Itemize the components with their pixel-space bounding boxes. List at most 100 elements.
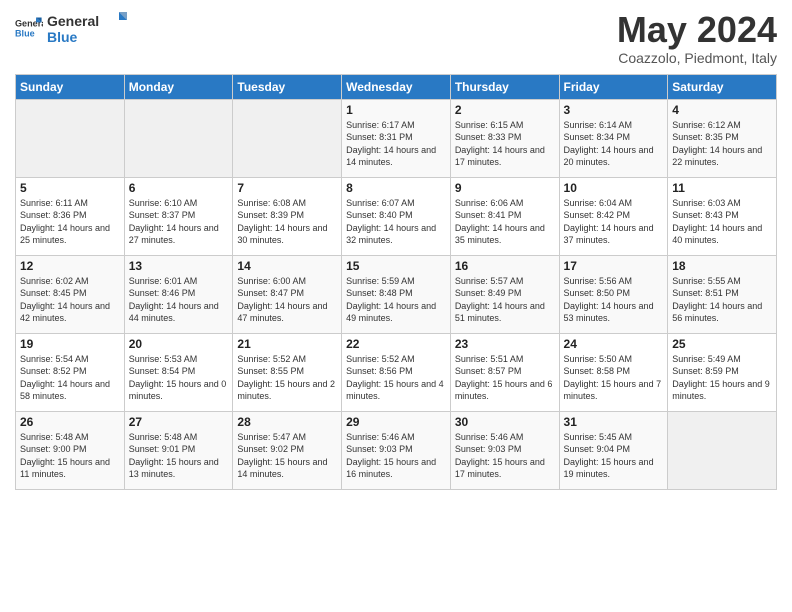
day-number: 13 bbox=[129, 259, 229, 273]
day-number: 26 bbox=[20, 415, 120, 429]
day-number: 15 bbox=[346, 259, 446, 273]
day-cell: 9Sunrise: 6:06 AM Sunset: 8:41 PM Daylig… bbox=[450, 177, 559, 255]
day-info: Sunrise: 5:52 AM Sunset: 8:56 PM Dayligh… bbox=[346, 353, 446, 403]
header-monday: Monday bbox=[124, 74, 233, 99]
day-info: Sunrise: 5:48 AM Sunset: 9:00 PM Dayligh… bbox=[20, 431, 120, 481]
day-info: Sunrise: 5:52 AM Sunset: 8:55 PM Dayligh… bbox=[237, 353, 337, 403]
day-cell: 1 Sunrise: 6:17 AM Sunset: 8:31 PM Daylig… bbox=[342, 99, 451, 177]
day-cell: 19 Sunrise: 5:54 AM Sunset: 8:52 PM Dayli… bbox=[16, 333, 125, 411]
day-number: 4 bbox=[672, 103, 772, 117]
day-number: 22 bbox=[346, 337, 446, 351]
day-cell: 11Sunrise: 6:03 AM Sunset: 8:43 PM Dayli… bbox=[668, 177, 777, 255]
day-number: 11 bbox=[672, 181, 772, 195]
week-row-5: 26 Sunrise: 5:48 AM Sunset: 9:00 PM Dayli… bbox=[16, 411, 777, 489]
svg-text:General: General bbox=[47, 13, 99, 29]
day-number: 20 bbox=[129, 337, 229, 351]
day-number: 10 bbox=[564, 181, 664, 195]
day-cell: 28 Sunrise: 5:47 AM Sunset: 9:02 PM Dayli… bbox=[233, 411, 342, 489]
day-number: 18 bbox=[672, 259, 772, 273]
day-cell bbox=[233, 99, 342, 177]
header-wednesday: Wednesday bbox=[342, 74, 451, 99]
day-number: 2 bbox=[455, 103, 555, 117]
day-cell: 8Sunrise: 6:07 AM Sunset: 8:40 PM Daylig… bbox=[342, 177, 451, 255]
day-number: 1 bbox=[346, 103, 446, 117]
day-info: Sunrise: 6:12 AM Sunset: 8:35 PM Dayligh… bbox=[672, 119, 772, 169]
calendar-table: Sunday Monday Tuesday Wednesday Thursday… bbox=[15, 74, 777, 490]
location-subtitle: Coazzolo, Piedmont, Italy bbox=[617, 50, 777, 66]
header-row: Sunday Monday Tuesday Wednesday Thursday… bbox=[16, 74, 777, 99]
day-number: 19 bbox=[20, 337, 120, 351]
week-row-3: 12 Sunrise: 6:02 AM Sunset: 8:45 PM Dayli… bbox=[16, 255, 777, 333]
logo-icon: General Blue bbox=[15, 14, 43, 42]
day-cell: 15 Sunrise: 5:59 AM Sunset: 8:48 PM Dayli… bbox=[342, 255, 451, 333]
day-number: 29 bbox=[346, 415, 446, 429]
day-cell: 25Sunrise: 5:49 AM Sunset: 8:59 PM Dayli… bbox=[668, 333, 777, 411]
day-info: Sunrise: 5:46 AM Sunset: 9:03 PM Dayligh… bbox=[455, 431, 555, 481]
day-info: Sunrise: 5:48 AM Sunset: 9:01 PM Dayligh… bbox=[129, 431, 229, 481]
day-info: Sunrise: 6:08 AM Sunset: 8:39 PM Dayligh… bbox=[237, 197, 337, 247]
day-cell: 2 Sunrise: 6:15 AM Sunset: 8:33 PM Daylig… bbox=[450, 99, 559, 177]
day-info: Sunrise: 5:51 AM Sunset: 8:57 PM Dayligh… bbox=[455, 353, 555, 403]
header-thursday: Thursday bbox=[450, 74, 559, 99]
day-info: Sunrise: 5:55 AM Sunset: 8:51 PM Dayligh… bbox=[672, 275, 772, 325]
day-number: 12 bbox=[20, 259, 120, 273]
day-number: 6 bbox=[129, 181, 229, 195]
day-number: 21 bbox=[237, 337, 337, 351]
day-cell: 21 Sunrise: 5:52 AM Sunset: 8:55 PM Dayli… bbox=[233, 333, 342, 411]
page-header: General Blue General Blue General Blue M… bbox=[15, 10, 777, 66]
day-info: Sunrise: 6:11 AM Sunset: 8:36 PM Dayligh… bbox=[20, 197, 120, 247]
day-info: Sunrise: 5:57 AM Sunset: 8:49 PM Dayligh… bbox=[455, 275, 555, 325]
day-info: Sunrise: 5:45 AM Sunset: 9:04 PM Dayligh… bbox=[564, 431, 664, 481]
day-cell bbox=[16, 99, 125, 177]
day-cell: 10 Sunrise: 6:04 AM Sunset: 8:42 PM Dayli… bbox=[559, 177, 668, 255]
day-cell: 13 Sunrise: 6:01 AM Sunset: 8:46 PM Dayli… bbox=[124, 255, 233, 333]
day-info: Sunrise: 5:56 AM Sunset: 8:50 PM Dayligh… bbox=[564, 275, 664, 325]
day-cell: 22 Sunrise: 5:52 AM Sunset: 8:56 PM Dayli… bbox=[342, 333, 451, 411]
day-info: Sunrise: 5:50 AM Sunset: 8:58 PM Dayligh… bbox=[564, 353, 664, 403]
day-cell: 30 Sunrise: 5:46 AM Sunset: 9:03 PM Dayli… bbox=[450, 411, 559, 489]
day-number: 14 bbox=[237, 259, 337, 273]
day-info: Sunrise: 6:00 AM Sunset: 8:47 PM Dayligh… bbox=[237, 275, 337, 325]
day-cell: 17 Sunrise: 5:56 AM Sunset: 8:50 PM Dayli… bbox=[559, 255, 668, 333]
page-container: General Blue General Blue General Blue M… bbox=[0, 0, 792, 500]
day-number: 5 bbox=[20, 181, 120, 195]
day-cell: 26 Sunrise: 5:48 AM Sunset: 9:00 PM Dayli… bbox=[16, 411, 125, 489]
day-cell: 3 Sunrise: 6:14 AM Sunset: 8:34 PM Daylig… bbox=[559, 99, 668, 177]
day-number: 23 bbox=[455, 337, 555, 351]
day-info: Sunrise: 6:15 AM Sunset: 8:33 PM Dayligh… bbox=[455, 119, 555, 169]
day-info: Sunrise: 6:14 AM Sunset: 8:34 PM Dayligh… bbox=[564, 119, 664, 169]
day-cell: 16Sunrise: 5:57 AM Sunset: 8:49 PM Dayli… bbox=[450, 255, 559, 333]
day-cell: 18 Sunrise: 5:55 AM Sunset: 8:51 PM Dayli… bbox=[668, 255, 777, 333]
day-info: Sunrise: 6:04 AM Sunset: 8:42 PM Dayligh… bbox=[564, 197, 664, 247]
day-cell bbox=[668, 411, 777, 489]
month-title: May 2024 bbox=[617, 10, 777, 50]
header-sunday: Sunday bbox=[16, 74, 125, 99]
day-number: 9 bbox=[455, 181, 555, 195]
day-info: Sunrise: 6:10 AM Sunset: 8:37 PM Dayligh… bbox=[129, 197, 229, 247]
day-info: Sunrise: 6:01 AM Sunset: 8:46 PM Dayligh… bbox=[129, 275, 229, 325]
day-number: 3 bbox=[564, 103, 664, 117]
day-number: 24 bbox=[564, 337, 664, 351]
logo-svg: General Blue bbox=[47, 10, 127, 46]
day-number: 28 bbox=[237, 415, 337, 429]
svg-text:Blue: Blue bbox=[47, 29, 78, 45]
day-info: Sunrise: 6:17 AM Sunset: 8:31 PM Dayligh… bbox=[346, 119, 446, 169]
day-info: Sunrise: 5:59 AM Sunset: 8:48 PM Dayligh… bbox=[346, 275, 446, 325]
day-cell: 24 Sunrise: 5:50 AM Sunset: 8:58 PM Dayli… bbox=[559, 333, 668, 411]
day-cell: 4 Sunrise: 6:12 AM Sunset: 8:35 PM Daylig… bbox=[668, 99, 777, 177]
week-row-1: 1 Sunrise: 6:17 AM Sunset: 8:31 PM Daylig… bbox=[16, 99, 777, 177]
week-row-2: 5 Sunrise: 6:11 AM Sunset: 8:36 PM Daylig… bbox=[16, 177, 777, 255]
day-cell: 12 Sunrise: 6:02 AM Sunset: 8:45 PM Dayli… bbox=[16, 255, 125, 333]
day-info: Sunrise: 5:47 AM Sunset: 9:02 PM Dayligh… bbox=[237, 431, 337, 481]
logo: General Blue General Blue General Blue bbox=[15, 10, 127, 46]
header-friday: Friday bbox=[559, 74, 668, 99]
day-number: 17 bbox=[564, 259, 664, 273]
day-info: Sunrise: 5:54 AM Sunset: 8:52 PM Dayligh… bbox=[20, 353, 120, 403]
day-number: 30 bbox=[455, 415, 555, 429]
header-saturday: Saturday bbox=[668, 74, 777, 99]
day-info: Sunrise: 6:07 AM Sunset: 8:40 PM Dayligh… bbox=[346, 197, 446, 247]
day-number: 7 bbox=[237, 181, 337, 195]
day-info: Sunrise: 5:53 AM Sunset: 8:54 PM Dayligh… bbox=[129, 353, 229, 403]
day-cell: 6 Sunrise: 6:10 AM Sunset: 8:37 PM Daylig… bbox=[124, 177, 233, 255]
day-info: Sunrise: 6:02 AM Sunset: 8:45 PM Dayligh… bbox=[20, 275, 120, 325]
